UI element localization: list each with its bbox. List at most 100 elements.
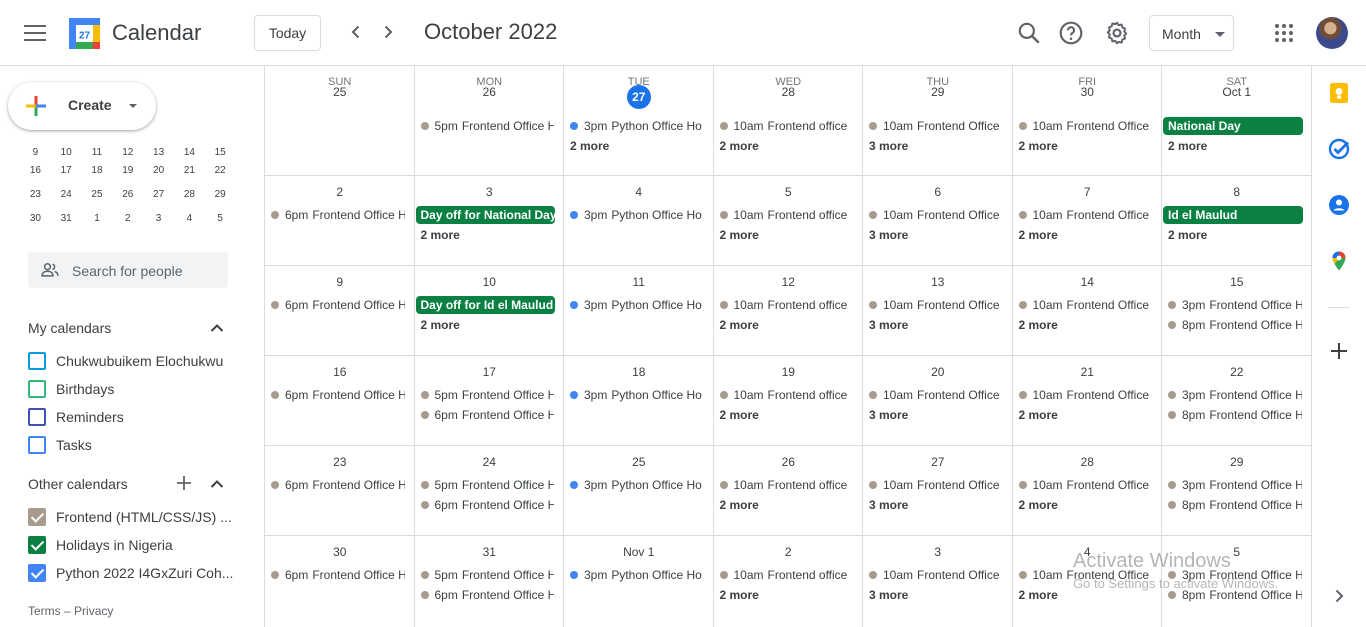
day-number[interactable]: 10 (415, 275, 565, 289)
event-chip[interactable]: 3pm Python Office Ho (564, 296, 704, 314)
mini-calendar-day[interactable]: 17 (51, 165, 82, 176)
mini-calendar-day[interactable]: 2 (112, 213, 143, 224)
event-chip[interactable]: 3pm Python Office Ho (564, 566, 704, 584)
day-number[interactable]: 3 (415, 185, 565, 199)
event-chip[interactable]: 3pm Python Office Ho (564, 476, 704, 494)
more-events-link[interactable]: 2 more (415, 226, 460, 244)
day-number[interactable]: 2 (265, 185, 415, 199)
day-number[interactable]: 21 (1013, 365, 1163, 379)
day-number[interactable]: 5 (714, 185, 864, 199)
event-chip[interactable]: 6pm Frontend Office H (415, 496, 554, 514)
event-chip[interactable]: 6pm Frontend Office H (265, 476, 405, 494)
more-events-link[interactable]: 2 more (564, 137, 609, 155)
day-number[interactable]: Nov 1 (564, 545, 714, 559)
calendar-checkbox[interactable] (28, 352, 46, 370)
event-chip[interactable]: 10am Frontend Office (1013, 566, 1153, 584)
day-number[interactable]: 24 (415, 455, 565, 469)
calendar-item[interactable]: Tasks (28, 433, 238, 457)
day-number[interactable]: 23 (265, 455, 415, 469)
mini-calendar-day[interactable]: 29 (205, 189, 236, 200)
day-number[interactable]: 4 (1013, 545, 1163, 559)
day-number[interactable]: 30 (265, 545, 415, 559)
mini-calendar-day[interactable]: 20 (143, 165, 174, 176)
calendar-checkbox[interactable] (28, 508, 46, 526)
day-number[interactable]: 30 (1013, 85, 1163, 99)
apps-icon[interactable] (1275, 24, 1293, 42)
contacts-icon[interactable] (1328, 194, 1350, 216)
mini-calendar-day[interactable]: 12 (112, 147, 143, 158)
event-chip[interactable]: 10am Frontend Office (1013, 117, 1153, 135)
maps-icon[interactable] (1328, 250, 1350, 272)
calendar-checkbox[interactable] (28, 436, 46, 454)
calendar-item[interactable]: Birthdays (28, 377, 238, 401)
more-events-link[interactable]: 3 more (863, 586, 908, 604)
more-events-link[interactable]: 2 more (714, 226, 759, 244)
event-chip[interactable]: 6pm Frontend Office H (265, 296, 405, 314)
more-events-link[interactable]: 3 more (863, 226, 908, 244)
day-number[interactable]: 31 (415, 545, 565, 559)
more-events-link[interactable]: 3 more (863, 496, 908, 514)
day-number[interactable]: 6 (863, 185, 1013, 199)
more-events-link[interactable]: 3 more (863, 316, 908, 334)
event-chip[interactable]: 8pm Frontend Office H (1162, 586, 1302, 604)
day-number[interactable]: 27 (564, 85, 714, 109)
event-chip[interactable]: 10am Frontend Office (863, 566, 1003, 584)
day-number[interactable]: 15 (1162, 275, 1312, 289)
more-events-link[interactable]: 2 more (1162, 226, 1207, 244)
day-number[interactable]: 7 (1013, 185, 1163, 199)
add-icon[interactable] (1328, 340, 1350, 362)
more-events-link[interactable]: 2 more (714, 586, 759, 604)
calendar-checkbox[interactable] (28, 536, 46, 554)
calendar-item[interactable]: Chukwubuikem Elochukwu (28, 349, 238, 373)
chevron-up-icon[interactable] (208, 319, 226, 337)
mini-calendar-day[interactable]: 11 (82, 147, 113, 158)
more-events-link[interactable]: 2 more (1013, 406, 1058, 424)
more-events-link[interactable]: 3 more (863, 406, 908, 424)
day-number[interactable]: 18 (564, 365, 714, 379)
mini-calendar-day[interactable]: 15 (205, 147, 236, 158)
calendar-checkbox[interactable] (28, 380, 46, 398)
mini-calendar-day[interactable]: 23 (20, 189, 51, 200)
settings-icon[interactable] (1104, 20, 1130, 46)
more-events-link[interactable]: 2 more (1013, 316, 1058, 334)
event-chip[interactable]: 10am Frontend Office (1013, 296, 1153, 314)
tasks-icon[interactable] (1328, 138, 1350, 160)
more-events-link[interactable]: 2 more (1162, 137, 1207, 155)
day-number[interactable]: 29 (863, 85, 1013, 99)
mini-calendar-day[interactable]: 25 (82, 189, 113, 200)
day-number[interactable]: 13 (863, 275, 1013, 289)
add-icon[interactable] (176, 475, 192, 491)
event-chip[interactable]: 10am Frontend Office (1013, 386, 1153, 404)
day-number[interactable]: 12 (714, 275, 864, 289)
mini-calendar-day[interactable]: 5 (205, 213, 236, 224)
chevron-up-icon[interactable] (208, 475, 226, 493)
mini-calendar-day[interactable]: 3 (143, 213, 174, 224)
day-cell[interactable] (265, 66, 414, 175)
event-chip[interactable]: 10am Frontend Office (863, 206, 1003, 224)
day-number[interactable]: 25 (265, 85, 415, 99)
calendar-item[interactable]: Reminders (28, 405, 238, 429)
chevron-right-icon[interactable] (378, 22, 398, 44)
terms-link[interactable]: Terms (28, 604, 61, 618)
more-events-link[interactable]: 2 more (714, 316, 759, 334)
event-chip[interactable]: 5pm Frontend Office H (415, 566, 554, 584)
calendar-checkbox[interactable] (28, 408, 46, 426)
calendar-item[interactable]: Python 2022 I4GxZuri Coh... (28, 561, 238, 585)
privacy-link[interactable]: Privacy (74, 604, 113, 618)
event-chip[interactable]: 3pm Frontend Office H (1162, 386, 1302, 404)
calendar-checkbox[interactable] (28, 564, 46, 582)
mini-calendar-day[interactable]: 16 (20, 165, 51, 176)
event-chip[interactable]: 8pm Frontend Office H (1162, 406, 1302, 424)
event-chip[interactable]: 10am Frontend office (714, 566, 854, 584)
day-number[interactable]: 4 (564, 185, 714, 199)
mini-calendar-day[interactable]: 30 (20, 213, 51, 224)
day-number[interactable]: 11 (564, 275, 714, 289)
event-chip[interactable]: 5pm Frontend Office H (415, 386, 554, 404)
mini-calendar-day[interactable]: 27 (143, 189, 174, 200)
holiday-event[interactable]: National Day (1163, 117, 1303, 135)
mini-calendar-day[interactable]: 26 (112, 189, 143, 200)
mini-calendar-day[interactable]: 19 (112, 165, 143, 176)
event-chip[interactable]: 5pm Frontend Office H (415, 476, 554, 494)
help-icon[interactable] (1058, 20, 1084, 46)
avatar[interactable] (1316, 17, 1348, 49)
